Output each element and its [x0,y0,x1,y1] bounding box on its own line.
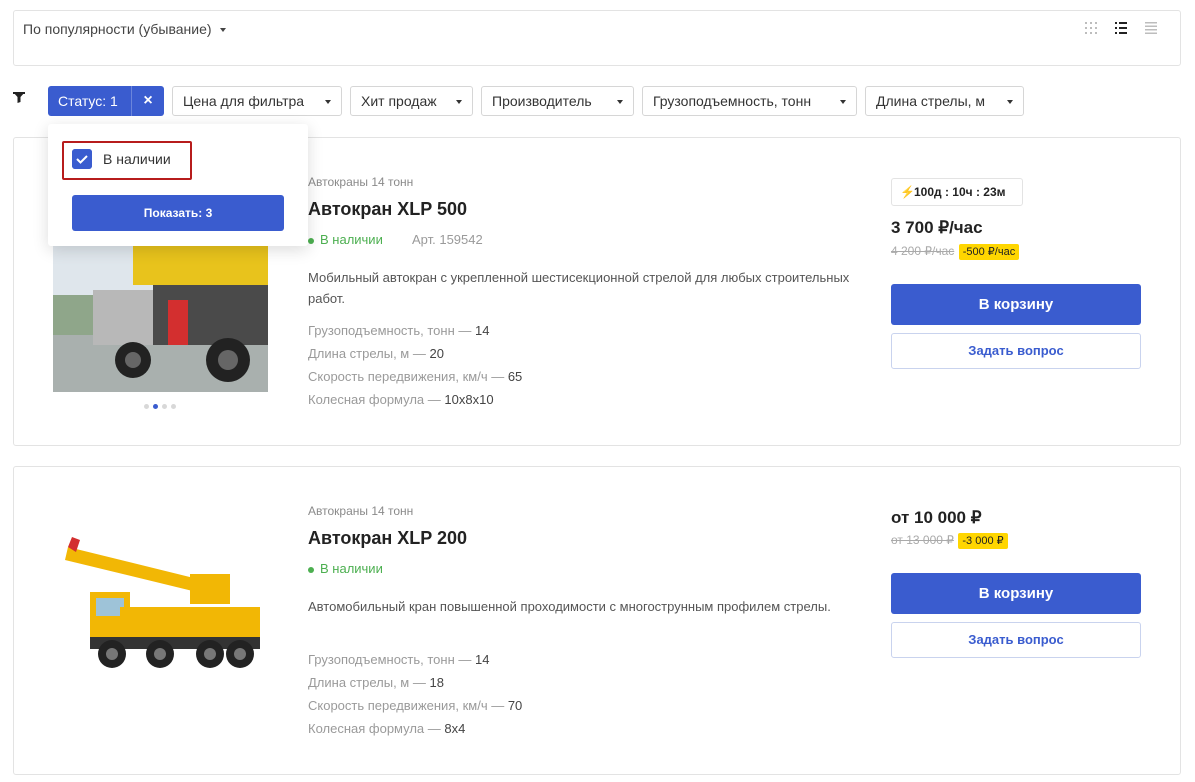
discount-timer: ⚡ 100д : 10ч : 23м [891,178,1023,206]
property-name: Длина стрелы, м — [308,675,426,690]
property-name: Длина стрелы, м — [308,346,426,361]
product-property: Колесная формула — 8x4 [308,721,465,736]
stock-label: В наличии [320,232,383,247]
property-value: 65 [507,369,523,384]
property-value: 20 [429,346,444,361]
product-title[interactable]: Автокран XLP 200 [308,528,467,549]
filter-chip-label: Производитель [492,93,592,109]
image-carousel-dots[interactable] [144,396,180,414]
carousel-dot[interactable] [162,404,167,409]
property-value: 14 [475,652,490,667]
filter-chip-price[interactable]: Цена для фильтра [172,86,342,116]
add-to-cart-button[interactable]: В корзину [891,284,1141,325]
product-category: Автокраны 14 тонн [308,175,414,189]
caret-down-icon [617,100,623,104]
timer-value: 100д : 10ч : 23м [914,185,1006,199]
old-price: от 13 000 ₽ [891,533,954,547]
caret-down-icon [840,100,846,104]
stock-status: В наличии [308,561,383,576]
lightning-icon: ⚡ [900,185,915,199]
product-property: Грузоподъемность, тонн — 14 [308,323,489,338]
list-view-icon[interactable] [1115,22,1127,34]
filter-chip-label: Цена для фильтра [183,93,305,109]
filter-chip-label: Длина стрелы, м [876,93,986,109]
close-icon[interactable]: × [131,86,164,116]
ask-question-button[interactable]: Задать вопрос [891,333,1141,369]
property-value: 10x8x10 [444,392,494,407]
carousel-dot[interactable] [144,404,149,409]
sort-dropdown[interactable]: По популярности (убывание) [23,21,226,37]
filter-chip-manufacturer[interactable]: Производитель [481,86,634,116]
grid-view-icon[interactable] [1085,22,1097,34]
property-name: Колесная формула — [308,721,441,736]
filter-chip-status[interactable]: Статус: 1 × [48,86,164,116]
product-price: 3 700 ₽/час [891,218,983,237]
table-view-icon[interactable] [1145,22,1157,34]
add-to-cart-button[interactable]: В корзину [891,573,1141,614]
filter-chip-label: Хит продаж [361,93,437,109]
filter-chip-bestseller[interactable]: Хит продаж [350,86,473,116]
product-property: Скорость передвижения, км/ч — 65 [308,369,522,384]
product-property: Длина стрелы, м — 20 [308,346,444,361]
price-old-row: 4 200 ₽/час -500 ₽/час [891,242,1020,260]
property-value: 18 [429,675,444,690]
discount-badge: -3 000 ₽ [958,533,1008,549]
product-property: Грузоподъемность, тонн — 14 [308,652,489,667]
show-results-button[interactable]: Показать: 3 [72,195,284,231]
filter-chip-boom-length[interactable]: Длина стрелы, м [865,86,1024,116]
caret-down-icon [456,100,462,104]
property-name: Колесная формула — [308,392,441,407]
stock-status: В наличии [308,232,383,247]
product-image[interactable] [60,512,265,677]
discount-badge: -500 ₽/час [958,244,1020,260]
sort-dropdown-label: По популярности (убывание) [23,21,212,37]
in-stock-checkbox[interactable] [72,149,92,169]
product-category: Автокраны 14 тонн [308,504,414,518]
filter-chip-label: Грузоподъемность, тонн [653,93,812,109]
product-description: Автомобильный кран повышенной проходимос… [308,599,831,614]
property-name: Скорость передвижения, км/ч — [308,369,505,384]
caret-down-icon [1007,100,1013,104]
product-description: Мобильный автокран с укрепленной шестисе… [308,270,850,306]
filter-icon [13,92,25,103]
property-name: Грузоподъемность, тонн — [308,323,472,338]
in-stock-checkbox-label[interactable]: В наличии [103,151,171,167]
property-name: Скорость передвижения, км/ч — [308,698,505,713]
stock-label: В наличии [320,561,383,576]
property-value: 70 [507,698,523,713]
property-value: 8x4 [444,721,466,736]
product-article: Арт. 159542 [412,232,483,247]
product-property: Скорость передвижения, км/ч — 70 [308,698,522,713]
property-value: 14 [475,323,490,338]
sort-bar [13,10,1181,66]
property-name: Грузоподъемность, тонн — [308,652,472,667]
stock-dot-icon [308,566,314,573]
product-title[interactable]: Автокран XLP 500 [308,199,467,220]
product-property: Длина стрелы, м — 18 [308,675,444,690]
carousel-dot[interactable] [153,404,158,409]
price-old-row: от 13 000 ₽ -3 000 ₽ [891,531,1008,549]
stock-dot-icon [308,237,314,244]
caret-down-icon [219,28,226,33]
product-image[interactable] [53,240,268,392]
product-price: от 10 000 ₽ [891,508,982,527]
filter-chip-status-label: Статус: 1 [58,93,118,109]
ask-question-button[interactable]: Задать вопрос [891,622,1141,658]
product-property: Колесная формула — 10x8x10 [308,392,494,407]
old-price: 4 200 ₽/час [891,244,955,258]
carousel-dot[interactable] [171,404,176,409]
caret-down-icon [325,100,331,104]
filter-chip-capacity[interactable]: Грузоподъемность, тонн [642,86,857,116]
